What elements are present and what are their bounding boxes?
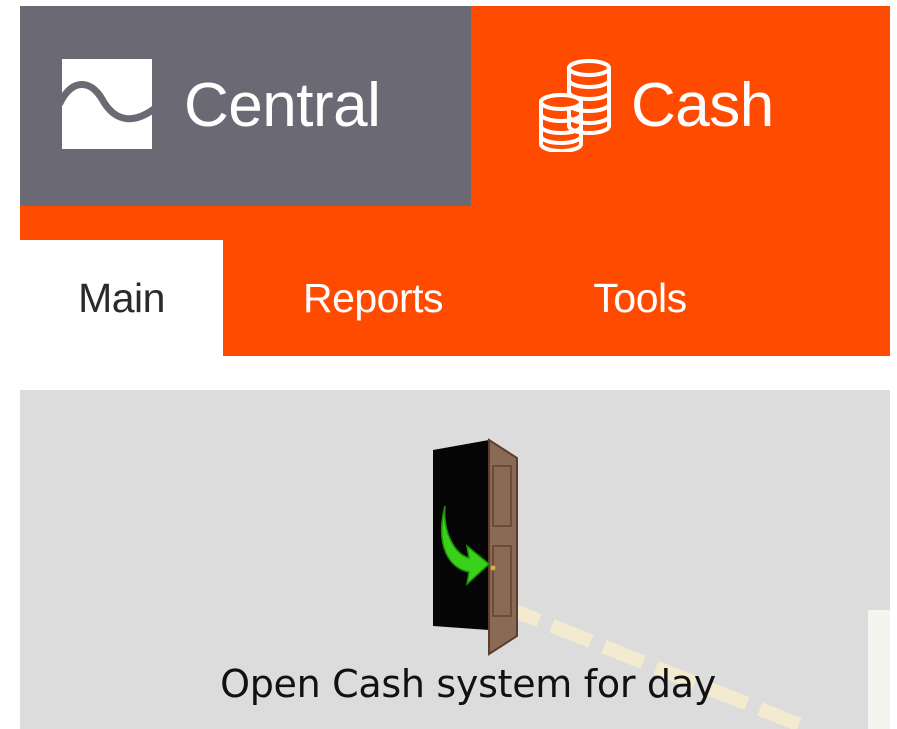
coins-stack-icon	[537, 56, 615, 157]
tab-main[interactable]: Main	[20, 240, 223, 356]
action-label: Open Cash system for day	[220, 662, 716, 706]
ribbon-tab-bar: Main Reports Tools	[20, 206, 890, 356]
wave-logo-icon	[56, 58, 158, 154]
tab-tools[interactable]: Tools	[560, 240, 720, 356]
central-brand-label: Central	[184, 71, 381, 140]
open-door-icon	[431, 438, 527, 663]
app-window: Central Cash Main Reports Tools Open Cas…	[0, 0, 897, 729]
main-content-panel: Open Cash system for day	[20, 390, 890, 729]
open-cash-day-action[interactable]: Open Cash system for day	[188, 430, 788, 726]
app-header: Central Cash	[20, 6, 890, 206]
tab-reports[interactable]: Reports	[278, 240, 468, 356]
cash-brand[interactable]: Cash	[471, 6, 890, 206]
cash-brand-label: Cash	[631, 71, 774, 140]
central-brand[interactable]: Central	[20, 6, 471, 206]
